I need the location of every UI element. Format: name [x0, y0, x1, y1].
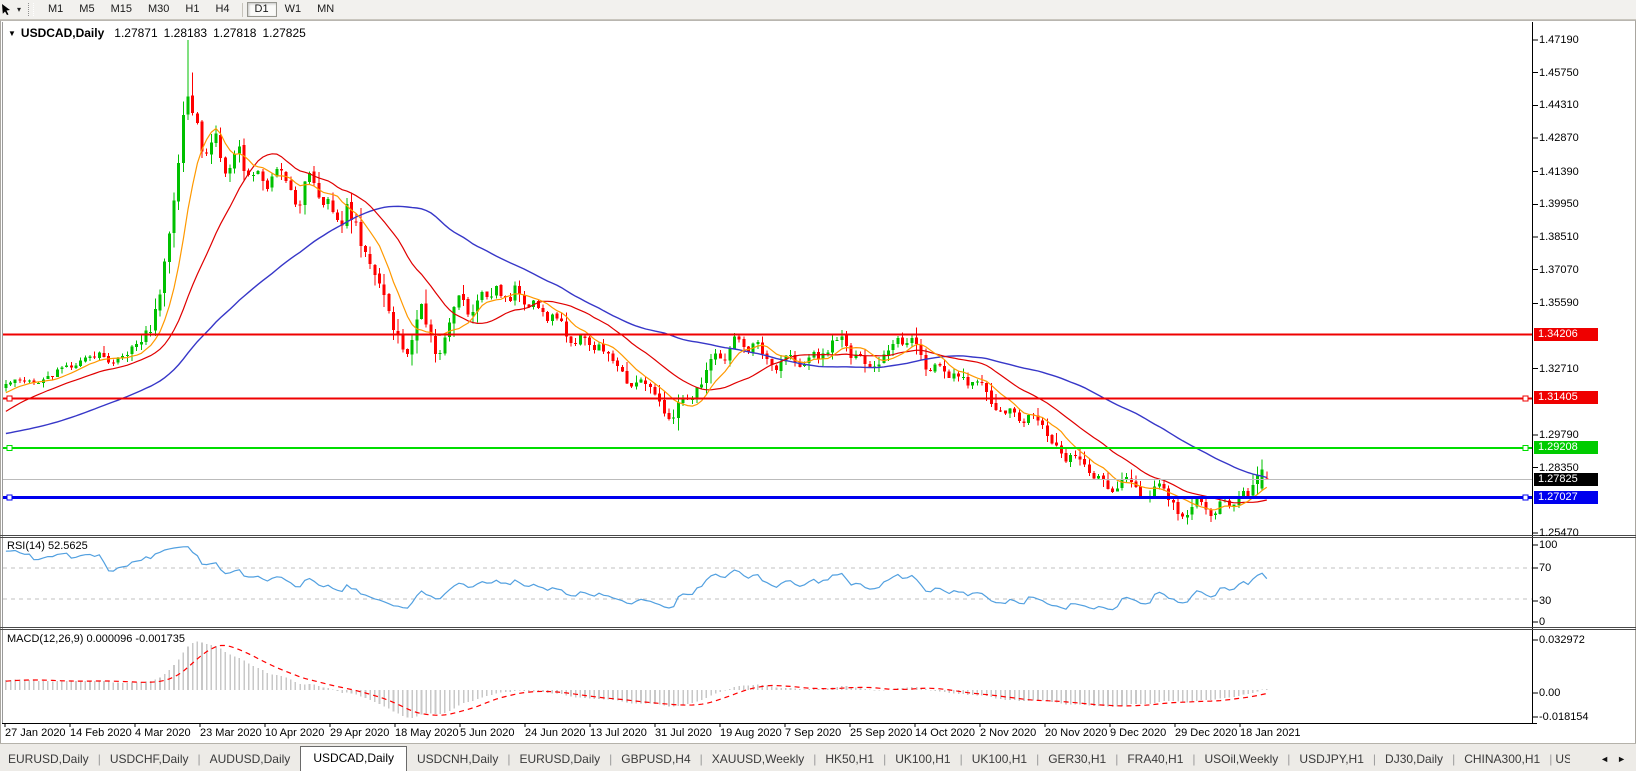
rsi-tick-label: 30 [1539, 595, 1552, 607]
price-badge-1.31405: 1.31405 [1534, 391, 1598, 405]
rsi-line [5, 546, 1268, 611]
macd-tick-label: 0.032972 [1539, 634, 1585, 646]
toolbar-separator [241, 2, 243, 17]
date-tick-label: 25 Sep 2020 [850, 727, 913, 739]
chart-tab-bar: EURUSD,Daily | USDCHF,Daily | AUDUSD,Daily US… [0, 743, 1636, 771]
macd-tick-label: 0.00 [1539, 687, 1561, 699]
date-tick-label: 7 Sep 2020 [785, 727, 842, 739]
chart-title: ▼ USDCAD,Daily 1.27871 1.28183 1.27818 1.2782… [8, 26, 312, 40]
chart-canvas[interactable] [0, 20, 1636, 742]
date-tick-label: 10 Apr 2020 [265, 727, 325, 739]
ohlc-values: 1.27871 1.28183 1.27818 1.27825 [114, 26, 312, 40]
chart-tab-usdcnh-daily[interactable]: USDCNH,Daily [409, 748, 506, 771]
rsi-panel-splitter[interactable] [0, 533, 1636, 540]
date-tick-label: 19 Aug 2020 [720, 727, 782, 739]
chevron-down-icon[interactable]: ▾ [17, 5, 21, 14]
macd-indicator-label: MACD(12,26,9) 0.000096 -0.001735 [7, 633, 185, 645]
tab-scroll-right-icon[interactable]: ► [1617, 754, 1626, 764]
price-badge-1.27027: 1.27027 [1534, 490, 1598, 504]
macd-panel-splitter[interactable] [0, 626, 1636, 633]
chart-tab-uk100-h1[interactable]: UK100,H1 [964, 748, 1035, 771]
moving-average-lines [5, 127, 1268, 511]
macd-signal-line [5, 644, 1267, 716]
price-tick-label: 1.35590 [1539, 297, 1579, 310]
chart-tab-eurusd-daily[interactable]: EURUSD,Daily [511, 748, 608, 771]
chart-tab-uk100-h1[interactable]: UK100,H1 [887, 748, 958, 771]
date-tick-label: 27 Jan 2020 [5, 727, 66, 739]
price-tick-label: 1.38510 [1539, 231, 1579, 244]
tab-scroll-controls: ◄ ► [1596, 754, 1636, 771]
chart-tab-gbpusd-h4[interactable]: GBPUSD,H4 [613, 748, 698, 771]
price-tick-label: 1.42870 [1539, 132, 1579, 145]
timeframe-button-mn[interactable]: MN [309, 2, 342, 17]
date-tick-label: 18 Jan 2021 [1240, 727, 1301, 739]
chart-tab-usdjpy-h1[interactable]: USDJPY,H1 [1291, 748, 1371, 771]
timeframe-button-h4[interactable]: H4 [207, 2, 237, 17]
price-axis[interactable]: 1.47190 1.45750 1.44310 1.42870 1.41390 1.399… [1533, 20, 1636, 723]
chart-tab-ger30-h1[interactable]: GER30,H1 [1040, 748, 1114, 771]
price-tick-label: 1.39950 [1539, 198, 1579, 211]
rsi-indicator-label: RSI(14) 52.5625 [7, 540, 88, 552]
chart-tab-dj30-daily[interactable]: DJ30,Daily [1377, 748, 1451, 771]
rsi-tick-label: 70 [1539, 562, 1552, 574]
chart-tab-fra40-h1[interactable]: FRA40,H1 [1119, 748, 1191, 771]
price-badge-1.27825: 1.27825 [1534, 472, 1598, 486]
timeframe-button-m30[interactable]: M30 [140, 2, 177, 17]
chart-tab-eurusd-daily[interactable]: EURUSD,Daily [0, 748, 97, 771]
mt4-window: { "toolbar": { "cursor_icon": "crosshair… [0, 0, 1636, 771]
date-tick-label: 14 Feb 2020 [70, 727, 132, 739]
chart-tab-china300-h1[interactable]: CHINA300,H1 [1456, 748, 1548, 771]
open-value: 1.27871 [114, 26, 158, 40]
date-tick-label: 23 Mar 2020 [200, 727, 262, 739]
rsi-tick-label: 100 [1539, 539, 1558, 551]
date-tick-label: 18 May 2020 [395, 727, 459, 739]
price-tick-label: 1.45750 [1539, 66, 1579, 79]
date-tick-label: 2 Nov 2020 [980, 727, 1037, 739]
chart-tab-audusd-daily[interactable]: AUDUSD,Daily [202, 748, 299, 771]
tab-scroll-left-icon[interactable]: ◄ [1600, 754, 1609, 764]
date-tick-label: 13 Jul 2020 [590, 727, 647, 739]
date-tick-label: 4 Mar 2020 [135, 727, 191, 739]
timeframe-button-m1[interactable]: M1 [40, 2, 71, 17]
price-tick-label: 1.44310 [1539, 99, 1579, 112]
collapse-triangle-icon[interactable]: ▼ [8, 29, 16, 38]
price-badge-1.34206: 1.34206 [1534, 327, 1598, 341]
price-tick-label: 1.47190 [1539, 34, 1579, 46]
chart-tab-hk50-h1[interactable]: HK50,H1 [817, 748, 882, 771]
price-badge-1.29208: 1.29208 [1534, 441, 1598, 455]
price-tick-label: 1.29790 [1539, 428, 1579, 441]
close-value: 1.27825 [262, 26, 306, 40]
toolbar-grip[interactable] [28, 3, 35, 16]
date-tick-label: 5 Jun 2020 [460, 727, 515, 739]
price-tick-label: 1.41390 [1539, 165, 1579, 178]
price-tick-label: 1.37070 [1539, 263, 1579, 276]
chart-tab-usdcad-daily[interactable]: USDCAD,Daily [300, 746, 407, 771]
chart-tab-usdchf-daily[interactable]: USDCHF,Daily [102, 748, 197, 771]
low-value: 1.27818 [213, 26, 257, 40]
timeframe-button-m5[interactable]: M5 [71, 2, 102, 17]
date-tick-label: 29 Apr 2020 [330, 727, 390, 739]
date-tick-label: 20 Nov 2020 [1045, 727, 1108, 739]
crosshair-cursor-icon[interactable] [0, 2, 16, 17]
timeframe-button-d1[interactable]: D1 [246, 2, 277, 17]
date-tick-label: 14 Oct 2020 [915, 727, 975, 739]
timeframe-toolbar: ▾ M1 M5 M15 M30 H1 H4 D1 W1 MN [0, 0, 1636, 20]
timeframe-button-m15[interactable]: M15 [103, 2, 140, 17]
chart-tab-xauusd-weekly[interactable]: XAUUSD,Weekly [704, 748, 812, 771]
macd-tick-label: -0.018154 [1539, 711, 1589, 723]
chart-tab-usoil-weekly[interactable]: USOil,Weekly [1197, 748, 1287, 771]
high-value: 1.28183 [163, 26, 208, 40]
chart-tab-truncated[interactable]: US [1553, 748, 1570, 771]
date-tick-label: 24 Jun 2020 [525, 727, 586, 739]
timeframe-button-w1[interactable]: W1 [277, 2, 310, 17]
macd-histogram [5, 641, 1268, 718]
date-axis[interactable]: 27 Jan 2020 14 Feb 2020 4 Mar 2020 23 Mar 2… [0, 723, 1533, 742]
timeframe-button-h1[interactable]: H1 [177, 2, 207, 17]
date-tick-label: 29 Dec 2020 [1175, 727, 1238, 739]
date-tick-label: 31 Jul 2020 [655, 727, 712, 739]
price-tick-label: 1.32710 [1539, 362, 1579, 375]
date-tick-label: 9 Dec 2020 [1110, 727, 1167, 739]
symbol-period-label: USDCAD,Daily [20, 26, 105, 40]
